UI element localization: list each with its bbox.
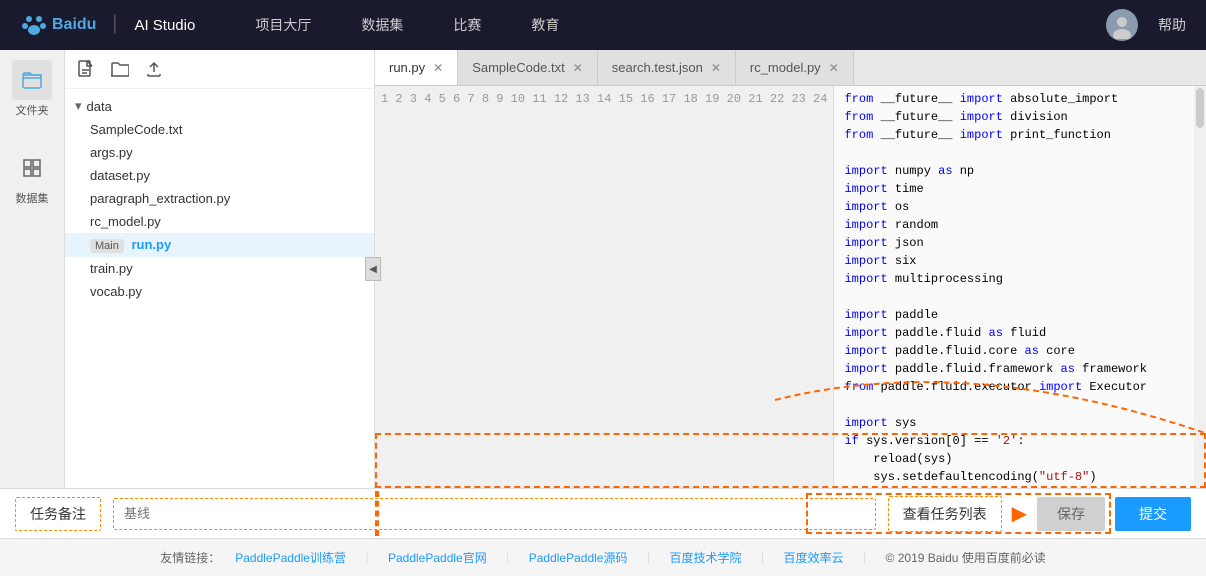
sidebar-section-datasets[interactable]: 数据集 (12, 148, 52, 206)
main-container: 文件夹 数据集 (0, 50, 1206, 488)
save-button[interactable]: 保存 (1037, 497, 1105, 531)
code-container: 1 2 3 4 5 6 7 8 9 10 11 12 13 14 15 16 1… (375, 86, 1206, 488)
collapse-panel-button[interactable]: ◀ (365, 257, 381, 281)
line-numbers: 1 2 3 4 5 6 7 8 9 10 11 12 13 14 15 16 1… (375, 86, 834, 488)
top-nav: Baidu │ AI Studio 项目大厅 数据集 比赛 教育 帮助 (0, 0, 1206, 50)
footer-prefix: 友情链接： (160, 549, 220, 566)
tab-runpy[interactable]: run.py ✕ (375, 50, 458, 85)
task-input-wrapper (113, 498, 876, 530)
tab-searchtest[interactable]: search.test.json ✕ (598, 50, 736, 85)
grid-icon (22, 158, 42, 178)
chevron-down-icon: ▾ (75, 98, 82, 114)
editor-area: ◀ run.py ✕ SampleCode.txt ✕ search.test.… (375, 50, 1206, 488)
code-content[interactable]: from __future__ import absolute_import f… (834, 86, 1206, 488)
file-dataset[interactable]: dataset.py (65, 164, 374, 187)
file-runpy[interactable]: Main run.py (65, 233, 374, 257)
file-toolbar (65, 50, 374, 89)
nav-items: 项目大厅 数据集 比赛 教育 (255, 10, 1106, 40)
file-panel: ▾ data SampleCode.txt args.py dataset.py… (65, 50, 375, 488)
file-runpy-label: run.py (131, 237, 171, 252)
file-vocab[interactable]: vocab.py (65, 280, 374, 303)
footer-link-paddleofficial[interactable]: PaddlePaddle官网 (388, 549, 487, 566)
nav-item-projects[interactable]: 项目大厅 (255, 10, 311, 40)
sidebar-section-files[interactable]: 文件夹 (12, 60, 52, 118)
new-folder-icon (111, 60, 129, 78)
nav-item-datasets[interactable]: 数据集 (361, 10, 403, 40)
studio-text: AI Studio (134, 17, 195, 34)
scrollbar-thumb[interactable] (1196, 88, 1204, 128)
tab-close-searchtest[interactable]: ✕ (711, 61, 721, 75)
tab-rcmodel[interactable]: rc_model.py ✕ (736, 50, 854, 85)
tab-label-searchtest: search.test.json (612, 60, 703, 75)
upload-button[interactable] (143, 58, 165, 80)
sidebar: 文件夹 数据集 (0, 50, 65, 488)
file-train[interactable]: train.py (65, 257, 374, 280)
task-input[interactable] (124, 506, 865, 521)
tab-samplecode[interactable]: SampleCode.txt ✕ (458, 50, 598, 85)
file-paragraph[interactable]: paragraph_extraction.py (65, 187, 374, 210)
nav-item-competition[interactable]: 比赛 (453, 10, 481, 40)
task-notes-button[interactable]: 任务备注 (15, 497, 101, 531)
new-folder-button[interactable] (109, 58, 131, 80)
avatar-icon (1108, 11, 1136, 39)
tab-label-rcmodel: rc_model.py (750, 60, 821, 75)
file-samplecode[interactable]: SampleCode.txt (65, 118, 374, 141)
task-bar: 任务备注 查看任务列表 ▶ 保存 提交 (0, 488, 1206, 538)
tab-label-samplecode: SampleCode.txt (472, 60, 565, 75)
footer-link-baidutechacademy[interactable]: 百度技术学院 (669, 549, 741, 566)
avatar[interactable] (1106, 9, 1138, 41)
task-right: 查看任务列表 ▶ 保存 提交 (888, 496, 1191, 532)
new-file-button[interactable] (75, 58, 97, 80)
tab-close-runpy[interactable]: ✕ (433, 61, 443, 75)
baidu-logo: Baidu (20, 11, 96, 39)
folder-icon (22, 70, 42, 90)
view-tasks-button[interactable]: 查看任务列表 (888, 496, 1002, 532)
footer-link-paddletraining[interactable]: PaddlePaddle训练营 (235, 549, 346, 566)
editor-content: 1 2 3 4 5 6 7 8 9 10 11 12 13 14 15 16 1… (375, 86, 1206, 488)
footer-link-baiduefficiency[interactable]: 百度效率云 (784, 549, 844, 566)
tab-close-rcmodel[interactable]: ✕ (829, 61, 839, 75)
footer: 友情链接： PaddlePaddle训练营 ｜ PaddlePaddle官网 ｜… (0, 538, 1206, 576)
nav-item-education[interactable]: 教育 (531, 10, 559, 40)
file-rcmodel[interactable]: rc_model.py (65, 210, 374, 233)
sidebar-item-files[interactable] (12, 60, 52, 100)
tab-label-runpy: run.py (389, 60, 425, 75)
nav-logo: Baidu │ AI Studio (20, 11, 195, 39)
help-link[interactable]: 帮助 (1158, 15, 1186, 35)
baidu-paw-icon (20, 11, 48, 39)
scrollbar-track[interactable] (1194, 86, 1206, 488)
sidebar-item-datasets[interactable] (12, 148, 52, 188)
sidebar-label-datasets: 数据集 (16, 190, 49, 206)
tab-close-samplecode[interactable]: ✕ (573, 61, 583, 75)
sidebar-label-files: 文件夹 (16, 102, 49, 118)
upload-icon (145, 60, 163, 78)
arrow-right-icon: ▶ (1012, 501, 1027, 526)
nav-right: 帮助 (1106, 9, 1186, 41)
baidu-text: Baidu (52, 16, 96, 34)
folder-data[interactable]: ▾ data (65, 94, 374, 118)
main-badge: Main (90, 239, 124, 253)
footer-copyright: © 2019 Baidu 使用百度前必读 (886, 549, 1046, 566)
editor-tabs: run.py ✕ SampleCode.txt ✕ search.test.js… (375, 50, 1206, 86)
submit-button[interactable]: 提交 (1115, 497, 1191, 531)
folder-name: data (87, 99, 112, 114)
footer-link-paddlesource[interactable]: PaddlePaddle源码 (529, 549, 628, 566)
file-tree: ▾ data SampleCode.txt args.py dataset.py… (65, 89, 374, 488)
file-args[interactable]: args.py (65, 141, 374, 164)
new-file-icon (77, 60, 95, 78)
